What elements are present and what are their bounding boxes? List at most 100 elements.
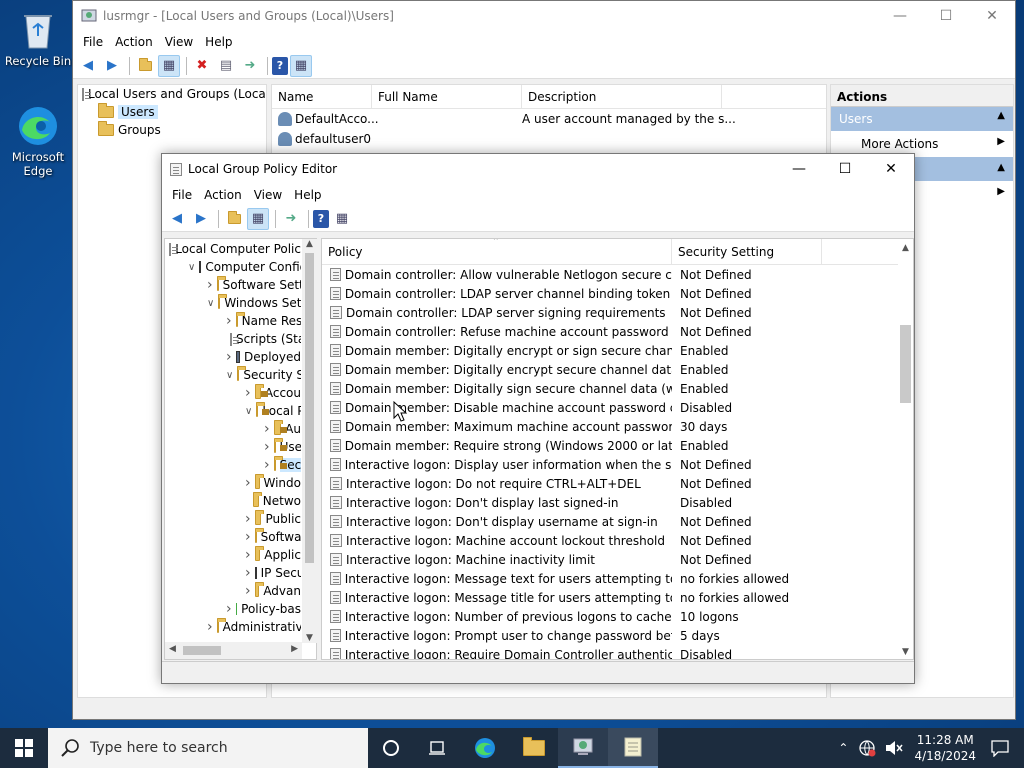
tree-node[interactable]: Local Computer Polic [165, 240, 301, 258]
policy-row[interactable]: Interactive logon: Machine inactivity li… [322, 550, 898, 569]
delete-icon[interactable]: ✖ [191, 55, 213, 77]
clock[interactable]: 11:28 AM 4/18/2024 [914, 732, 976, 764]
policy-row[interactable]: Interactive logon: Display user informat… [322, 455, 898, 474]
tree-horizontal-scrollbar[interactable]: ◀ ▶ [165, 642, 302, 659]
tree-node[interactable]: ∨ Local P [165, 402, 301, 420]
chevron-down-icon[interactable]: ∨ [188, 262, 195, 273]
tree-node[interactable]: › Deployed [165, 348, 301, 366]
tree-node[interactable]: › Windo [165, 474, 301, 492]
tree-node[interactable]: › Softwa [165, 528, 301, 546]
tree-node[interactable]: ∨ Windows Sett [165, 294, 301, 312]
chevron-down-icon[interactable]: ∨ [207, 298, 214, 309]
policy-row[interactable]: Interactive logon: Do not require CTRL+A… [322, 474, 898, 493]
network-globe-icon[interactable] [858, 739, 876, 757]
scroll-up-icon[interactable]: ▲ [898, 243, 913, 257]
task-view-button[interactable] [414, 728, 460, 768]
tree-item-users[interactable]: Users [78, 103, 266, 121]
menu-help[interactable]: Help [288, 188, 327, 202]
chevron-right-icon[interactable]: › [245, 475, 251, 491]
speaker-muted-icon[interactable] [884, 739, 904, 757]
maximize-button[interactable]: ☐ [923, 1, 969, 31]
forward-arrow-icon[interactable]: ▶ [101, 55, 123, 77]
export-icon[interactable]: ➜ [280, 208, 302, 230]
col-description[interactable]: Description [522, 85, 722, 108]
menu-help[interactable]: Help [199, 35, 238, 49]
menu-view[interactable]: View [248, 188, 288, 202]
taskbar-search-box[interactable]: Type here to search [48, 728, 368, 768]
tree-node[interactable]: › Public [165, 510, 301, 528]
tree-node[interactable]: › Software Setti [165, 276, 301, 294]
minimize-button[interactable]: — [776, 154, 822, 184]
tree-node[interactable]: › Use [165, 438, 301, 456]
chevron-down-icon[interactable]: ∨ [226, 370, 233, 381]
taskbar-file-explorer[interactable] [510, 728, 558, 768]
chevron-right-icon[interactable]: › [264, 439, 270, 455]
table-row[interactable]: DefaultAcco... A user account managed by… [272, 109, 826, 129]
desktop-icon-edge[interactable]: Microsoft Edge [0, 104, 76, 178]
chevron-right-icon[interactable]: › [245, 511, 251, 527]
scroll-left-icon[interactable]: ◀ [169, 644, 176, 654]
up-folder-icon[interactable] [134, 55, 156, 77]
tree-root[interactable]: Local Users and Groups (Local) [78, 85, 266, 103]
more-actions-item[interactable]: More Actions ▶ [831, 131, 1013, 155]
chevron-right-icon[interactable]: › [245, 565, 251, 581]
policy-row[interactable]: Domain controller: LDAP server signing r… [322, 303, 898, 322]
scroll-down-icon[interactable]: ▼ [898, 647, 913, 657]
policy-vertical-scrollbar[interactable]: ▲ ▼ [898, 239, 913, 659]
tree-node[interactable]: Netwo [165, 492, 301, 510]
table-row[interactable]: defaultuser0 [272, 129, 826, 149]
tree-node[interactable]: › Advan [165, 582, 301, 600]
scroll-thumb[interactable] [900, 325, 911, 403]
menu-view[interactable]: View [159, 35, 199, 49]
policy-row[interactable]: Domain controller: Refuse machine accoun… [322, 322, 898, 341]
h-scroll-thumb[interactable] [183, 646, 221, 655]
menu-file[interactable]: File [166, 188, 198, 202]
tree-node[interactable]: › Administrative [165, 618, 301, 636]
menu-file[interactable]: File [77, 35, 109, 49]
policy-row[interactable]: Domain member: Maximum machine account p… [322, 417, 898, 436]
policy-row[interactable]: Interactive logon: Require Domain Contro… [322, 645, 898, 659]
back-arrow-icon[interactable]: ◀ [166, 208, 188, 230]
policy-row[interactable]: Domain member: Digitally encrypt or sign… [322, 341, 898, 360]
tree-item-groups[interactable]: Groups [78, 121, 266, 139]
show-hidden-icons-icon[interactable]: ⌃ [838, 741, 848, 755]
tree-vertical-scrollbar[interactable]: ▲ ▼ [302, 239, 317, 643]
action-pane-icon[interactable]: ▦ [290, 54, 312, 77]
close-button[interactable]: ✕ [868, 154, 914, 184]
chevron-right-icon[interactable]: › [207, 619, 213, 635]
close-button[interactable]: ✕ [969, 1, 1015, 31]
tree-node[interactable]: › Name Res [165, 312, 301, 330]
tree-node[interactable]: › Policy-bas [165, 600, 301, 618]
chevron-right-icon[interactable]: › [245, 529, 251, 545]
minimize-button[interactable]: — [877, 1, 923, 31]
tree-node[interactable]: › Applic [165, 546, 301, 564]
scroll-thumb[interactable] [305, 253, 314, 563]
chevron-right-icon[interactable]: › [226, 601, 232, 617]
lusrmgr-titlebar[interactable]: lusrmgr - [Local Users and Groups (Local… [73, 1, 1015, 31]
policy-row[interactable]: Domain member: Disable machine account p… [322, 398, 898, 417]
action-pane-icon[interactable]: ▦ [331, 208, 353, 230]
policy-row[interactable]: Interactive logon: Don't display last si… [322, 493, 898, 512]
help-icon[interactable]: ? [272, 56, 288, 75]
chevron-right-icon[interactable]: › [264, 457, 270, 473]
taskbar-lusrmgr[interactable] [558, 728, 608, 768]
scroll-up-icon[interactable]: ▲ [302, 239, 317, 253]
chevron-right-icon[interactable]: › [245, 547, 251, 563]
show-hide-tree-icon[interactable]: ▦ [158, 54, 180, 77]
col-fullname[interactable]: Full Name [372, 85, 522, 108]
chevron-right-icon[interactable]: › [226, 349, 232, 365]
scroll-right-icon[interactable]: ▶ [291, 644, 298, 654]
gpedit-titlebar[interactable]: Local Group Policy Editor — ☐ ✕ [162, 154, 914, 184]
actions-section-users[interactable]: Users ▲ [831, 107, 1013, 131]
tree-node[interactable]: ∨ Security Se [165, 366, 301, 384]
start-button[interactable] [0, 728, 48, 768]
tree-node[interactable]: ∨ Computer Config [165, 258, 301, 276]
chevron-right-icon[interactable]: › [245, 385, 251, 401]
policy-row[interactable]: Domain member: Digitally sign secure cha… [322, 379, 898, 398]
tree-node[interactable]: Scripts (Sta [165, 330, 301, 348]
col-security-setting[interactable]: Security Setting [672, 239, 822, 264]
tree-node[interactable]: › Au [165, 420, 301, 438]
policy-row[interactable]: Interactive logon: Prompt user to change… [322, 626, 898, 645]
back-arrow-icon[interactable]: ◀ [77, 55, 99, 77]
desktop-icon-recycle-bin[interactable]: Recycle Bin [0, 8, 76, 68]
